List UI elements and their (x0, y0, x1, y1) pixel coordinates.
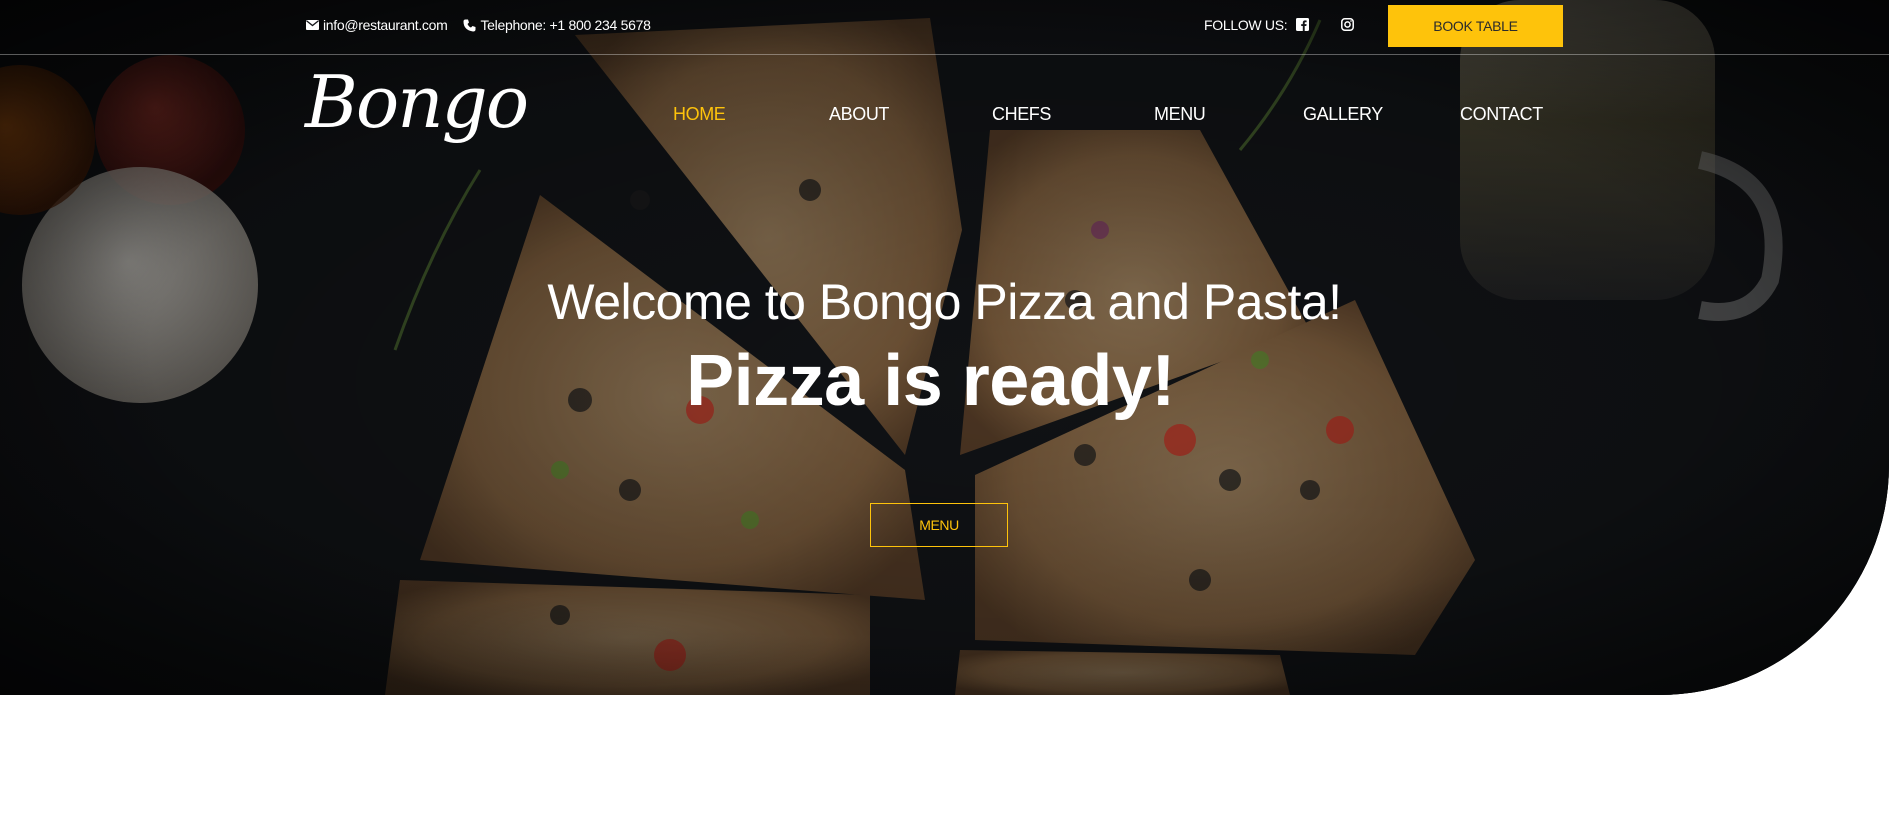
hero-title-bold: ready! (961, 341, 1176, 421)
welcome-heading: Welcome to Bongo Pizza and Pasta! (0, 273, 1889, 331)
main-nav: HOME ABOUT CHEFS MENU GALLERY CONTACT (0, 104, 1889, 128)
nav-home[interactable]: HOME (673, 104, 726, 125)
hero-title: Pizza is ready! (0, 345, 1889, 417)
email-text: info@restaurant.com (323, 17, 448, 33)
phone-link[interactable]: Telephone: +1 800 234 5678 (462, 17, 651, 33)
nav-chefs[interactable]: CHEFS (992, 104, 1051, 125)
instagram-icon[interactable] (1340, 17, 1354, 31)
envelope-icon (305, 18, 319, 32)
hero-title-wrap: Pizza is ready! (686, 341, 1175, 421)
phone-text: Telephone: +1 800 234 5678 (480, 17, 651, 33)
hero-title-part: Pizza is (686, 341, 962, 421)
phone-icon (462, 18, 476, 32)
contact-info: info@restaurant.com Telephone: +1 800 23… (305, 17, 666, 33)
facebook-icon[interactable] (1295, 17, 1309, 31)
nav-contact[interactable]: CONTACT (1460, 104, 1543, 125)
follow-us-label: FOLLOW US: (1204, 17, 1288, 33)
top-bar: info@restaurant.com Telephone: +1 800 23… (0, 0, 1889, 55)
nav-gallery[interactable]: GALLERY (1303, 104, 1383, 125)
email-link[interactable]: info@restaurant.com (305, 17, 448, 33)
welcome-text: Welcome to Bongo Pizza and Pasta! (547, 274, 1342, 330)
book-table-button[interactable]: BOOK TABLE (1388, 5, 1563, 47)
nav-about[interactable]: ABOUT (829, 104, 889, 125)
menu-cta-button[interactable]: MENU (870, 503, 1008, 547)
nav-menu[interactable]: MENU (1154, 104, 1206, 125)
